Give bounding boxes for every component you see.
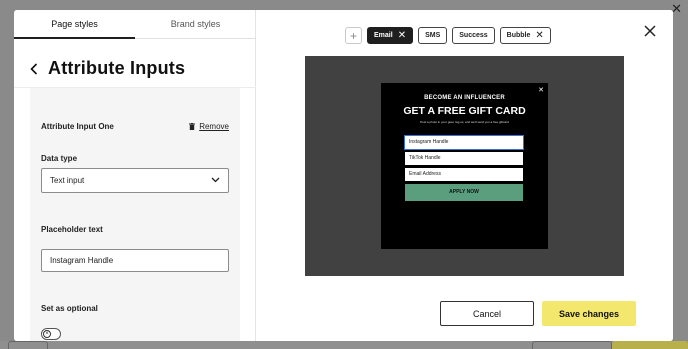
popup-kicker: BECOME AN INFLUENCER [424, 95, 505, 101]
close-icon[interactable] [643, 24, 657, 38]
preview-area: + Email ✕ SMS Success Bubble ✕ ✕ BECOME … [256, 10, 673, 341]
optional-toggle[interactable]: × [41, 328, 61, 340]
tab-brand-styles[interactable]: Brand styles [135, 10, 256, 38]
chip-bubble[interactable]: Bubble ✕ [499, 27, 551, 44]
trash-icon [189, 123, 196, 130]
popup-subtext: Post a photo in your gear, tag us, and w… [420, 120, 509, 124]
chevron-down-icon [211, 177, 220, 183]
panel-header: Attribute Inputs [14, 50, 256, 88]
popup-instagram-field[interactable]: Instagram Handle [404, 135, 524, 150]
optional-label: Set as optional [41, 304, 98, 313]
placeholder-input[interactable] [41, 249, 229, 272]
step-chips: + Email ✕ SMS Success Bubble ✕ [345, 27, 551, 44]
attribute-section: Attribute Input One Remove Data type Tex… [30, 88, 240, 341]
data-type-label: Data type [41, 154, 78, 163]
attribute-header: Attribute Input One Remove [41, 122, 229, 131]
remove-attribute-button[interactable]: Remove [189, 122, 229, 131]
popup-tiktok-field[interactable]: TikTok Handle [405, 152, 523, 165]
attribute-name: Attribute Input One [41, 122, 114, 131]
cancel-button[interactable]: Cancel [440, 301, 534, 326]
panel-title: Attribute Inputs [48, 58, 186, 78]
placeholder-label: Placeholder text [41, 225, 103, 234]
editor-modal: Page styles Brand styles Attribute Input… [14, 10, 673, 341]
chip-label: Success [459, 32, 488, 39]
popup-headline: GET A FREE GIFT CARD [403, 105, 526, 117]
chip-label: Email [374, 32, 393, 39]
add-step-icon[interactable]: + [345, 27, 362, 44]
remove-label: Remove [199, 122, 229, 131]
settings-panel: Page styles Brand styles Attribute Input… [14, 10, 256, 341]
popup-preview-canvas: ✕ BECOME AN INFLUENCER GET A FREE GIFT C… [305, 56, 624, 276]
chip-label: Bubble [506, 32, 531, 39]
style-tabs: Page styles Brand styles [14, 10, 256, 39]
save-changes-button[interactable]: Save changes [542, 301, 636, 326]
chip-sms[interactable]: SMS [418, 27, 448, 44]
tab-page-styles[interactable]: Page styles [14, 10, 135, 39]
popup-preview[interactable]: ✕ BECOME AN INFLUENCER GET A FREE GIFT C… [381, 83, 548, 249]
chip-success[interactable]: Success [452, 27, 495, 44]
toggle-off-icon: × [43, 330, 51, 338]
data-type-select[interactable]: Text input [41, 168, 229, 193]
chip-remove-icon[interactable]: ✕ [398, 30, 406, 41]
popup-apply-button[interactable]: APPLY NOW [405, 184, 523, 201]
background-save-close-button [612, 341, 688, 349]
popup-close-icon[interactable]: ✕ [538, 86, 544, 94]
chip-remove-icon[interactable]: ✕ [535, 30, 543, 41]
chip-email[interactable]: Email ✕ [367, 27, 414, 44]
back-arrow-icon[interactable] [26, 61, 42, 77]
data-type-value: Text input [50, 176, 85, 185]
background-close-button [8, 341, 48, 349]
background-deactivate-button [532, 341, 612, 349]
chip-label: SMS [425, 32, 441, 39]
popup-email-field[interactable]: Email Address [405, 168, 523, 181]
